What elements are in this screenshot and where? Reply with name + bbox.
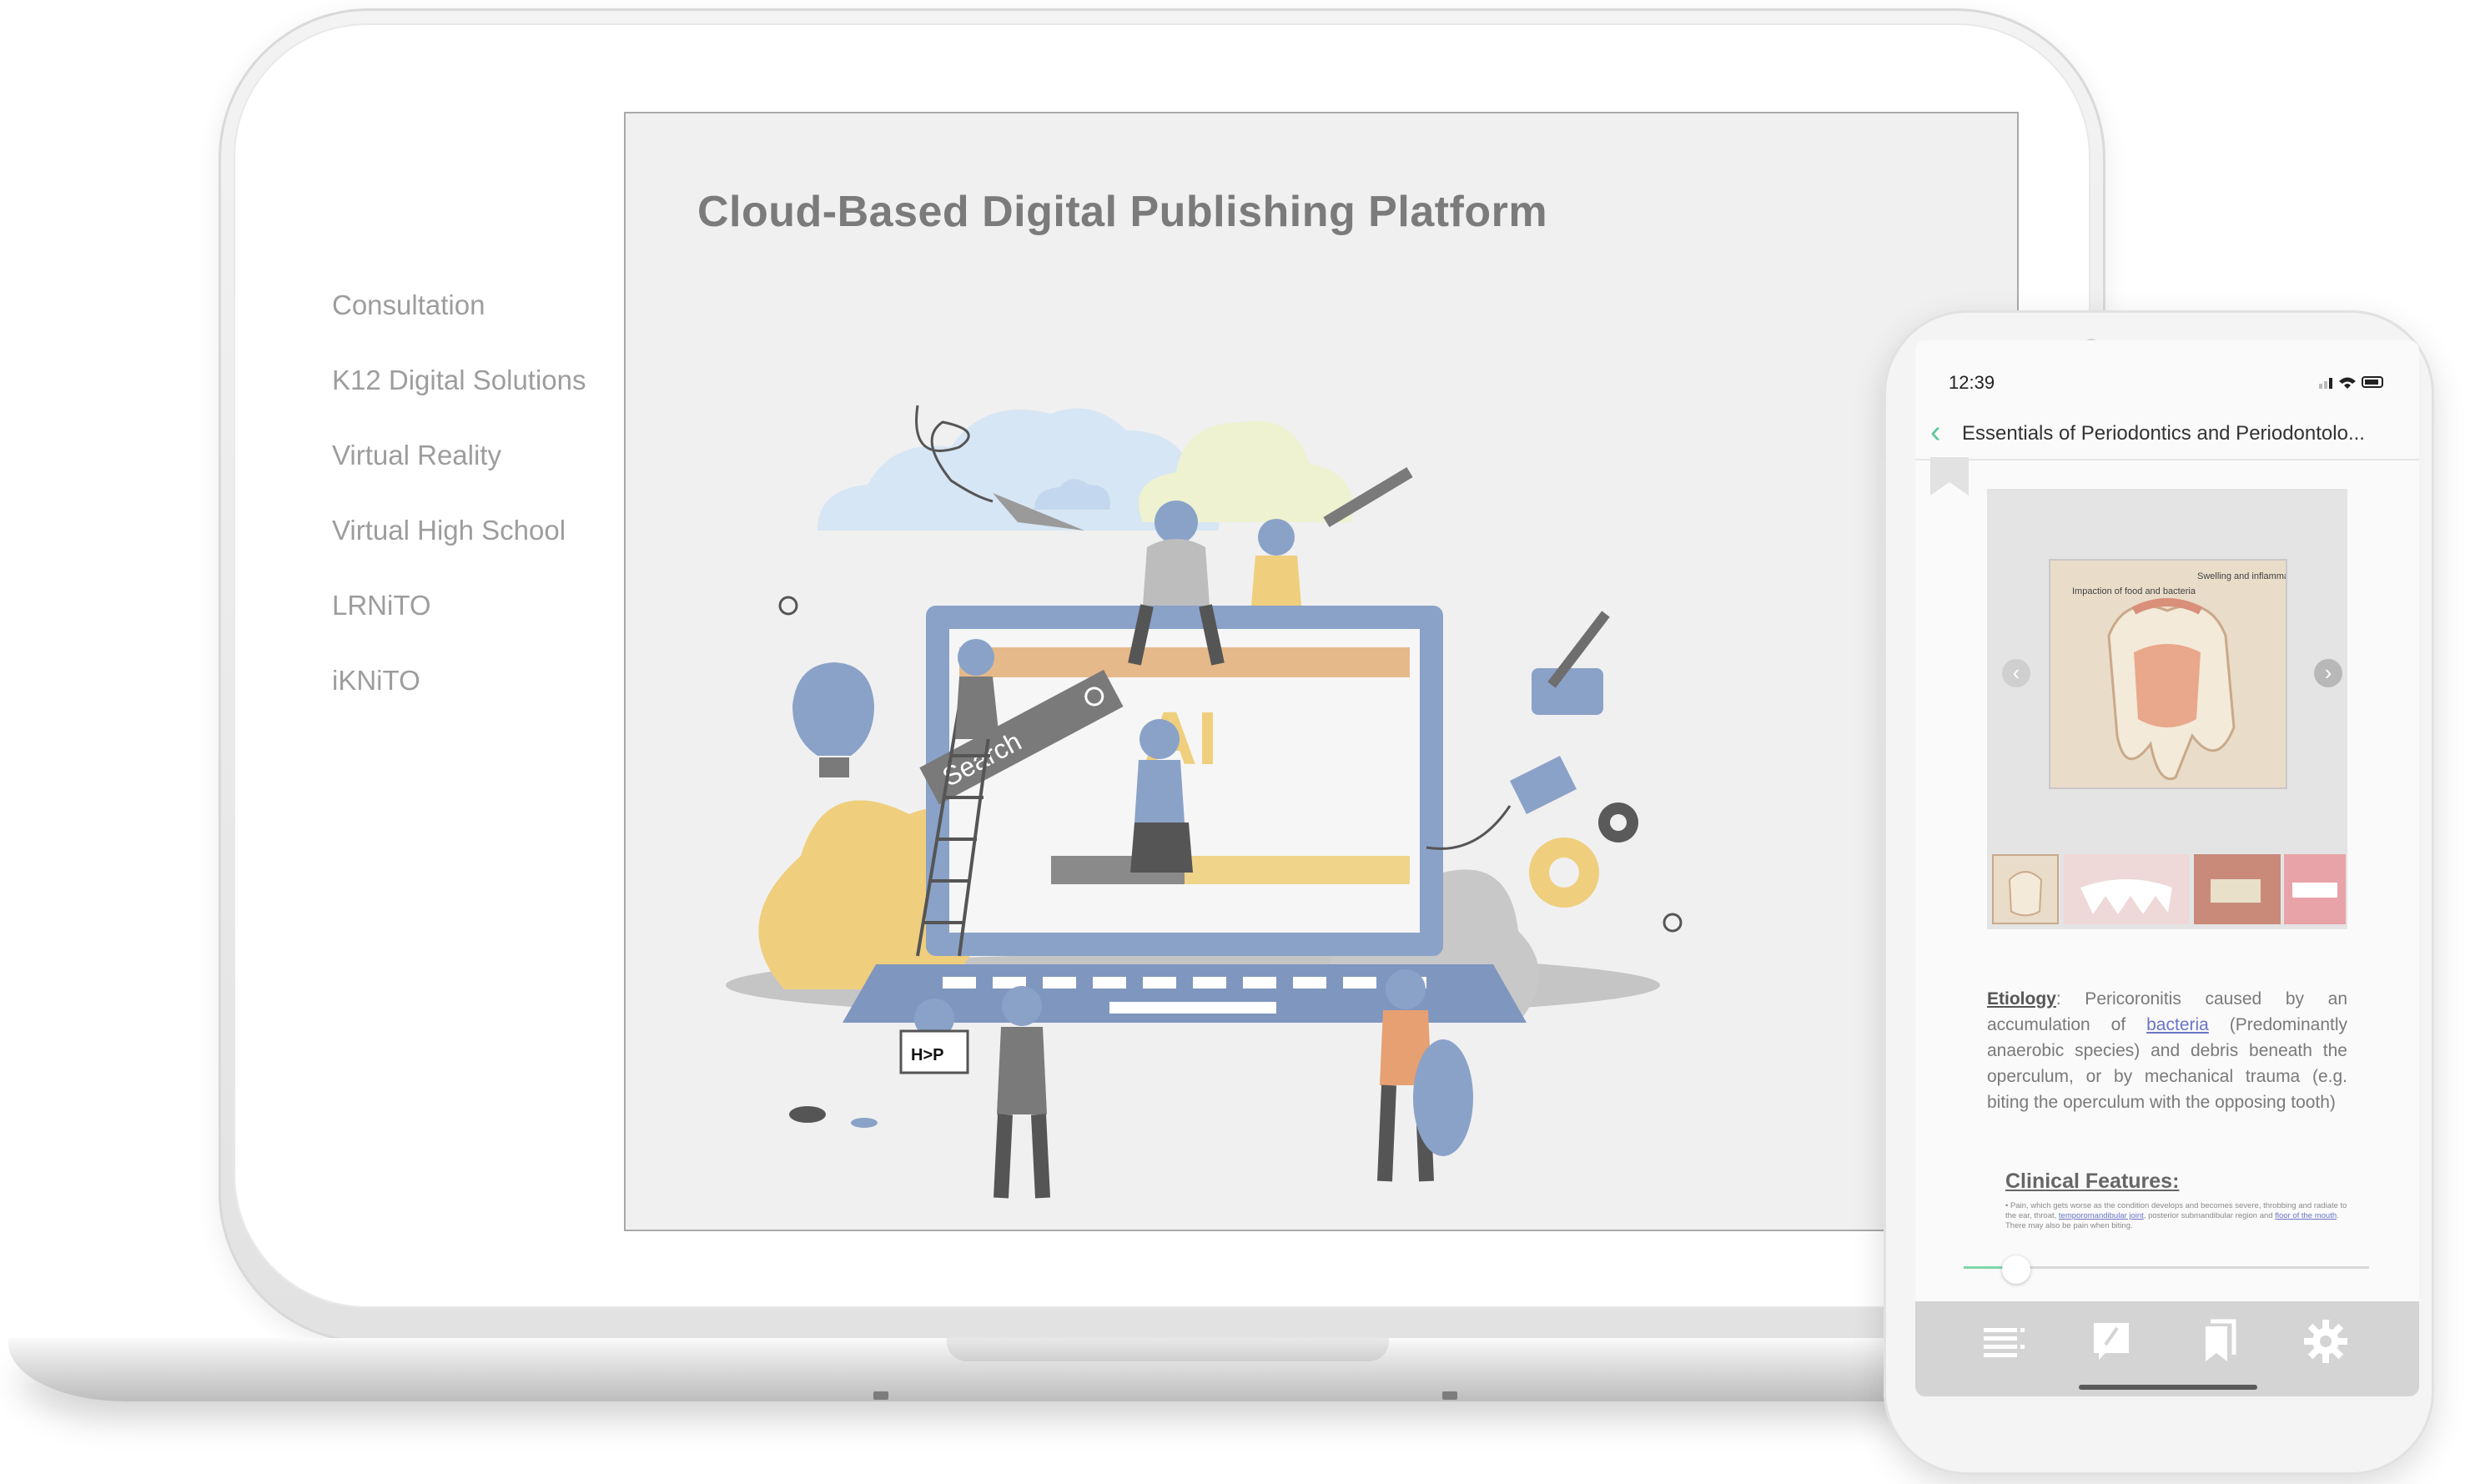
- slide-panel: Cloud-Based Digital Publishing Platform …: [624, 112, 2019, 1231]
- menu-item-pubnito[interactable]: PUBNiTO: [297, 731, 606, 812]
- thumbnail[interactable]: [2194, 854, 2281, 924]
- laptop-foot-left: [873, 1391, 888, 1400]
- phone-side-button: [1877, 460, 1884, 506]
- menu-item-label: Consultation: [332, 289, 485, 320]
- thumbnail[interactable]: [2284, 854, 2346, 924]
- status-bar: 12:39: [1949, 372, 2386, 397]
- gear-yellow-hole: [1549, 858, 1579, 888]
- menu-item-iknito[interactable]: iKNiTO: [297, 656, 606, 731]
- bookmarks-icon[interactable]: [2194, 1316, 2244, 1366]
- back-chevron-icon[interactable]: ‹: [1930, 415, 1941, 449]
- menu-item-k12[interactable]: K12 Digital Solutions: [297, 355, 606, 430]
- thumbnail[interactable]: [2064, 854, 2189, 924]
- side-menu: Consultation K12 Digital Solutions Virtu…: [297, 280, 606, 812]
- thumbnail[interactable]: [1992, 854, 2059, 924]
- menu-item-label: PUBNiTO: [332, 740, 453, 771]
- menu-item-label: Virtual High School: [332, 515, 566, 546]
- page-bookmark-icon[interactable]: [1930, 457, 1969, 496]
- tmj-link[interactable]: temporomandibular joint: [2059, 1211, 2144, 1220]
- phone-side-button: [1877, 544, 1884, 634]
- menu-item-virtual-high-school[interactable]: Virtual High School: [297, 506, 606, 581]
- browser-bar: [959, 647, 1410, 677]
- publishing-illustration: AI Search H>P: [726, 405, 1683, 1199]
- image-gallery: ‹ Impaction of food and bacteria Swellin…: [1987, 489, 2347, 929]
- image-label-left: Impaction of food and bacteria: [2072, 586, 2196, 596]
- bacteria-link[interactable]: bacteria: [2146, 1015, 2209, 1034]
- chat-bubble-icon: [1532, 668, 1603, 715]
- decor-dot: [851, 1118, 878, 1128]
- clinical-features-text: • Pain, which gets worse as the conditio…: [2005, 1201, 2347, 1230]
- book-title: Essentials of Periodontics and Periodont…: [1962, 422, 2365, 445]
- status-time: 12:39: [1949, 372, 1995, 393]
- menu-item-label: LRNiTO: [332, 590, 431, 621]
- laptop-foot-right: [1442, 1391, 1457, 1400]
- phone-side-button: [1877, 654, 1884, 744]
- decor-circle: [1663, 913, 1683, 933]
- clinical-text-cont: , posterior submandibular region and: [2143, 1211, 2276, 1220]
- settings-icon[interactable]: [2301, 1316, 2351, 1366]
- gallery-prev-icon[interactable]: ‹: [2002, 659, 2030, 687]
- list-icon[interactable]: [1980, 1316, 2030, 1366]
- floor-of-mouth-link[interactable]: floor of the mouth: [2275, 1211, 2337, 1220]
- laptop-notch: [947, 1338, 1389, 1361]
- wifi-icon: [2339, 377, 2356, 389]
- menu-item-virtual-reality[interactable]: Virtual Reality: [297, 430, 606, 506]
- status-icons: [2319, 374, 2386, 395]
- bottom-toolbar: [1915, 1301, 2419, 1396]
- reading-progress-fill: [1964, 1266, 2005, 1269]
- menu-item-label: Virtual Reality: [332, 440, 501, 470]
- etiology-paragraph: Etiology: Pericoronitis caused by an acc…: [1987, 986, 2347, 1115]
- menu-item-consultation[interactable]: Consultation: [297, 280, 606, 355]
- slide-title: Cloud-Based Digital Publishing Platform: [697, 188, 1548, 236]
- book-nav-bar: ‹ Essentials of Periodontics and Periodo…: [1915, 407, 2419, 460]
- home-indicator: [2079, 1385, 2257, 1390]
- lightbulb-icon: [792, 662, 874, 756]
- signal-icon: [2319, 384, 2322, 389]
- lightbulb-base: [819, 757, 849, 777]
- etiology-label: Etiology: [1987, 989, 2056, 1009]
- gallery-next-icon[interactable]: ›: [2314, 659, 2342, 687]
- menu-item-lrnito[interactable]: LRNiTO: [297, 581, 606, 656]
- menu-item-label: iKNiTO: [332, 665, 420, 696]
- decor-circle: [778, 596, 798, 616]
- menu-item-label: K12 Digital Solutions: [332, 365, 586, 395]
- laptop-sticker: H>P: [911, 1046, 943, 1064]
- thumbnail-strip: [1992, 854, 2346, 924]
- reading-progress-thumb[interactable]: [2002, 1255, 2030, 1284]
- clinical-features-heading: Clinical Features:: [2005, 1170, 2180, 1193]
- person-on-ladder: [955, 639, 999, 739]
- notes-icon[interactable]: [2087, 1316, 2137, 1366]
- decor-dot: [789, 1106, 826, 1123]
- plug-icon: [1510, 756, 1577, 814]
- gear-dark-hole: [1610, 814, 1627, 831]
- gallery-main-image[interactable]: Impaction of food and bacteria Swelling …: [2049, 559, 2287, 789]
- image-label-right: Swelling and inflammation: [2197, 571, 2287, 581]
- phone-screen: 12:39 ‹ Essentials of Periodontics and P…: [1915, 340, 2419, 1396]
